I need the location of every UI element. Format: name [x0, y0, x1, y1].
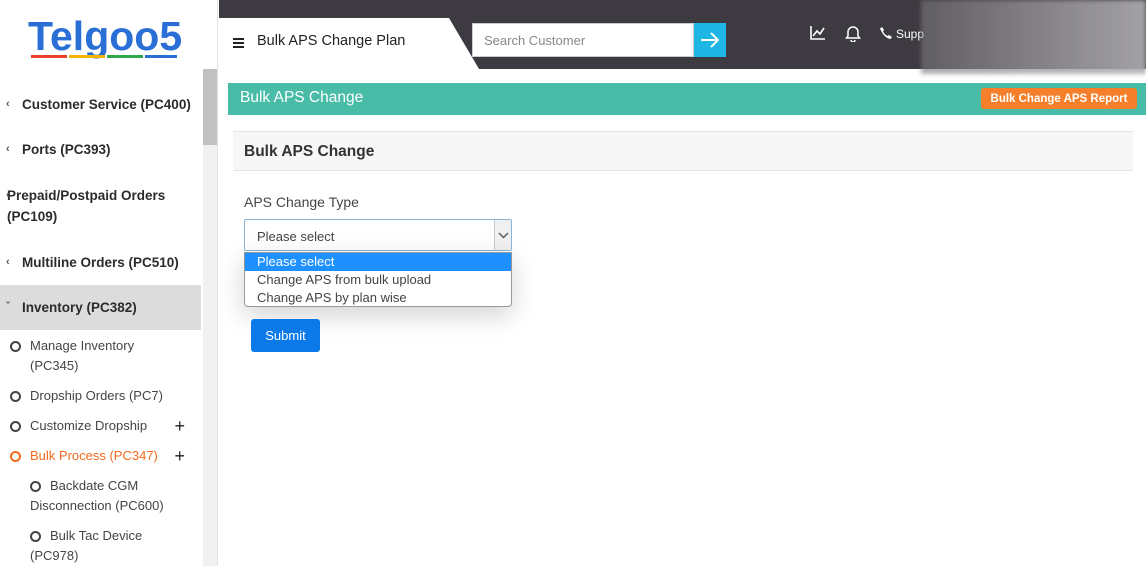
sidebar-subsubitem-label: Backdate CGM Disconnection (PC600) [30, 478, 164, 513]
bell-icon[interactable] [845, 24, 861, 42]
select-value: Please select [257, 229, 335, 244]
chart-line-icon[interactable] [809, 24, 827, 42]
arrow-right-icon [701, 32, 720, 48]
menu-icon[interactable] [233, 38, 244, 48]
card-header: Bulk APS Change [233, 131, 1133, 171]
chevron-left-icon: ‹ [6, 189, 10, 201]
sidebar-scrollbar[interactable] [203, 69, 217, 566]
main-content: Bulk APS Change Bulk Change APS Report B… [228, 83, 1146, 566]
sidebar-subitem-customize-dropship[interactable]: Customize Dropship + [0, 416, 201, 436]
sidebar-item-label: Customer Service (PC400) [22, 97, 191, 112]
bulk-change-aps-report-button[interactable]: Bulk Change APS Report [981, 88, 1137, 109]
sidebar-subitem-bulk-process[interactable]: Bulk Process (PC347) + [0, 446, 201, 466]
page-title: Bulk APS Change Plan [257, 33, 406, 49]
sidebar-item-inventory[interactable]: ˇ Inventory (PC382) [0, 285, 201, 330]
chevron-left-icon: ‹ [6, 256, 10, 268]
aps-change-type-options: Please select Change APS from bulk uploa… [244, 252, 512, 307]
search-button[interactable] [694, 23, 726, 57]
circle-icon [10, 391, 21, 402]
phone-icon[interactable] [879, 26, 893, 40]
option-change-aps-bulk-upload[interactable]: Change APS from bulk upload [245, 271, 511, 289]
sidebar-item-multiline-orders[interactable]: ‹ Multiline Orders (PC510) [0, 252, 201, 273]
chevron-left-icon: ‹ [6, 143, 10, 155]
sidebar-subitem-label: Dropship Orders (PC7) [30, 388, 163, 403]
sidebar-item-label: Inventory (PC382) [22, 300, 137, 315]
sidebar-subitem-manage-inventory[interactable]: Manage Inventory (PC345) [0, 336, 190, 376]
scrollbar-thumb[interactable] [203, 69, 217, 145]
sidebar-item-label: Prepaid/Postpaid Orders (PC109) [7, 188, 166, 224]
plus-icon[interactable]: + [174, 446, 185, 466]
page-title-tab: Bulk APS Change Plan [219, 18, 479, 69]
chevron-down-icon: ˇ [6, 301, 10, 313]
option-change-aps-plan-wise[interactable]: Change APS by plan wise [245, 289, 511, 307]
plus-icon[interactable]: + [174, 416, 185, 436]
sidebar-subsubitem-bulk-tac-device[interactable]: Bulk Tac Device (PC978) [0, 526, 190, 566]
submit-button[interactable]: Submit [251, 319, 320, 352]
sidebar: Telgoo5 ‹ Customer Service (PC400) ‹ Por… [0, 0, 218, 566]
section-header: Bulk APS Change Bulk Change APS Report [228, 83, 1146, 115]
sidebar-item-label: Ports (PC393) [22, 142, 111, 157]
circle-icon [30, 481, 41, 492]
circle-icon [30, 531, 41, 542]
sidebar-item-customer-service[interactable]: ‹ Customer Service (PC400) [0, 94, 201, 115]
circle-icon [10, 421, 21, 432]
sidebar-item-label: Multiline Orders (PC510) [22, 255, 179, 270]
sidebar-subitem-label: Manage Inventory (PC345) [30, 338, 135, 373]
telgoo5-logo[interactable]: Telgoo5 [28, 12, 183, 64]
sidebar-subsubitem-backdate-cgm[interactable]: Backdate CGM Disconnection (PC600) [0, 476, 190, 516]
sidebar-subitem-label: Customize Dropship [30, 418, 148, 433]
top-bar: Bulk APS Change Plan Supp [219, 0, 1146, 74]
sidebar-item-ports[interactable]: ‹ Ports (PC393) [0, 139, 201, 160]
aps-change-type-label: APS Change Type [244, 194, 359, 210]
sidebar-subitem-dropship-orders[interactable]: Dropship Orders (PC7) [0, 386, 190, 406]
circle-icon [10, 451, 21, 462]
redacted-user-area [921, 0, 1146, 74]
chevron-left-icon: ‹ [6, 98, 10, 110]
circle-icon [10, 341, 21, 352]
logo-text: Telgoo5 [28, 13, 182, 59]
card-title: Bulk APS Change [244, 143, 375, 160]
sidebar-subitem-label: Bulk Process (PC347) [30, 448, 158, 463]
search-input[interactable] [472, 23, 694, 57]
option-please-select[interactable]: Please select [245, 253, 511, 271]
section-title: Bulk APS Change [240, 89, 364, 106]
aps-change-type-select[interactable]: Please select [244, 219, 512, 251]
sidebar-subsubitem-label: Bulk Tac Device (PC978) [30, 528, 143, 563]
support-label[interactable]: Supp [896, 27, 924, 41]
sidebar-item-prepaid-postpaid-orders[interactable]: ‹ Prepaid/Postpaid Orders (PC109) [0, 185, 201, 227]
chevron-down-icon[interactable] [494, 220, 511, 250]
